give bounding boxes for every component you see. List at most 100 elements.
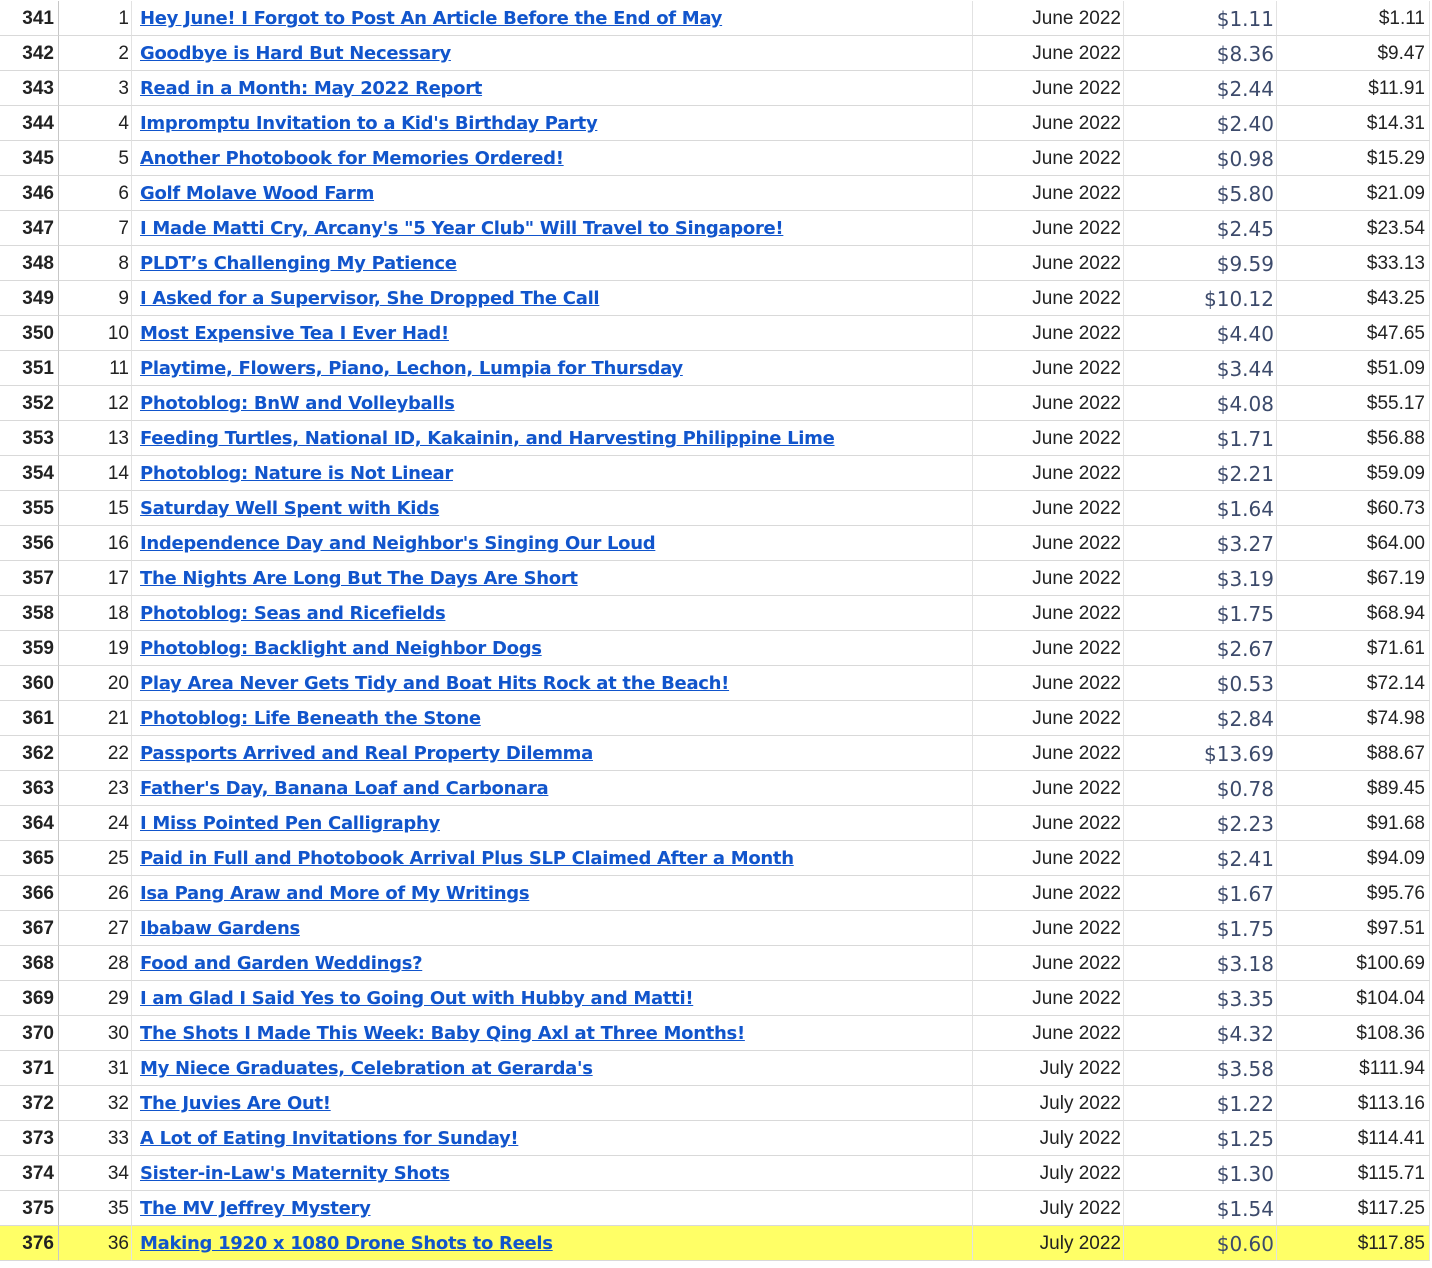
article-link[interactable]: PLDT’s Challenging My Patience — [132, 253, 457, 274]
cell-earning[interactable]: $1.67 — [1124, 876, 1277, 911]
cell-title[interactable]: Ibabaw Gardens — [132, 911, 973, 946]
article-link[interactable]: Photoblog: Nature is Not Linear — [132, 463, 453, 484]
cell-running-total[interactable]: $91.68 — [1277, 806, 1430, 841]
cell-title[interactable]: The Shots I Made This Week: Baby Qing Ax… — [132, 1016, 973, 1051]
cell-earning[interactable]: $3.44 — [1124, 351, 1277, 386]
article-link[interactable]: Read in a Month: May 2022 Report — [132, 78, 482, 99]
article-link[interactable]: Saturday Well Spent with Kids — [132, 498, 439, 519]
cell-earning[interactable]: $8.36 — [1124, 36, 1277, 71]
table-row[interactable]: 366 26 Isa Pang Araw and More of My Writin… — [0, 876, 1432, 911]
cell-title[interactable]: Father's Day, Banana Loaf and Carbonara — [132, 771, 973, 806]
table-row[interactable]: 365 25 Paid in Full and Photobook Arrival … — [0, 841, 1432, 876]
table-row[interactable]: 347 7 I Made Matti Cry, Arcany's "5 Year C… — [0, 211, 1432, 246]
cell-month[interactable]: June 2022 — [973, 316, 1124, 351]
cell-earning[interactable]: $1.75 — [1124, 596, 1277, 631]
article-link[interactable]: Photoblog: Seas and Ricefields — [132, 603, 446, 624]
cell-earning[interactable]: $3.35 — [1124, 981, 1277, 1016]
cell-earning[interactable]: $2.45 — [1124, 211, 1277, 246]
cell-running-total[interactable]: $97.51 — [1277, 911, 1430, 946]
row-header[interactable]: 374 — [0, 1156, 59, 1191]
table-row[interactable]: 353 13 Feeding Turtles, National ID, Kakai… — [0, 421, 1432, 456]
cell-running-total[interactable]: $59.09 — [1277, 456, 1430, 491]
cell-earning[interactable]: $4.08 — [1124, 386, 1277, 421]
table-row[interactable]: 348 8 PLDT’s Challenging My Patience June 2… — [0, 246, 1432, 281]
article-link[interactable]: Ibabaw Gardens — [132, 918, 300, 939]
cell-title[interactable]: Impromptu Invitation to a Kid's Birthday… — [132, 106, 973, 141]
cell-earning[interactable]: $1.25 — [1124, 1121, 1277, 1156]
cell-month[interactable]: June 2022 — [973, 71, 1124, 106]
cell-month[interactable]: June 2022 — [973, 456, 1124, 491]
cell-index[interactable]: 24 — [59, 806, 132, 841]
cell-earning[interactable]: $4.40 — [1124, 316, 1277, 351]
article-link[interactable]: Feeding Turtles, National ID, Kakainin, … — [132, 428, 835, 449]
cell-running-total[interactable]: $117.85 — [1277, 1226, 1430, 1261]
cell-running-total[interactable]: $51.09 — [1277, 351, 1430, 386]
cell-running-total[interactable]: $71.61 — [1277, 631, 1430, 666]
table-row[interactable]: 343 3 Read in a Month: May 2022 Report June… — [0, 71, 1432, 106]
cell-running-total[interactable]: $117.25 — [1277, 1191, 1430, 1226]
table-row[interactable]: 351 11 Playtime, Flowers, Piano, Lechon, L… — [0, 351, 1432, 386]
cell-title[interactable]: Goodbye is Hard But Necessary — [132, 36, 973, 71]
table-row[interactable]: 371 31 My Niece Graduates, Celebration at … — [0, 1051, 1432, 1086]
cell-earning[interactable]: $2.84 — [1124, 701, 1277, 736]
table-row[interactable]: 357 17 The Nights Are Long But The Days Ar… — [0, 561, 1432, 596]
cell-earning[interactable]: $9.59 — [1124, 246, 1277, 281]
cell-title[interactable]: I Made Matti Cry, Arcany's "5 Year Club"… — [132, 211, 973, 246]
cell-index[interactable]: 3 — [59, 71, 132, 106]
row-header[interactable]: 359 — [0, 631, 59, 666]
cell-month[interactable]: June 2022 — [973, 246, 1124, 281]
cell-index[interactable]: 4 — [59, 106, 132, 141]
cell-title[interactable]: Paid in Full and Photobook Arrival Plus … — [132, 841, 973, 876]
row-header[interactable]: 373 — [0, 1121, 59, 1156]
cell-month[interactable]: July 2022 — [973, 1156, 1124, 1191]
cell-index[interactable]: 10 — [59, 316, 132, 351]
cell-month[interactable]: July 2022 — [973, 1086, 1124, 1121]
cell-running-total[interactable]: $67.19 — [1277, 561, 1430, 596]
row-header[interactable]: 361 — [0, 701, 59, 736]
table-row[interactable]: 358 18 Photoblog: Seas and Ricefields June … — [0, 596, 1432, 631]
cell-index[interactable]: 1 — [59, 1, 132, 36]
table-row[interactable]: 369 29 I am Glad I Said Yes to Going Out w… — [0, 981, 1432, 1016]
cell-month[interactable]: June 2022 — [973, 36, 1124, 71]
article-link[interactable]: Paid in Full and Photobook Arrival Plus … — [132, 848, 794, 869]
cell-title[interactable]: Passports Arrived and Real Property Dile… — [132, 736, 973, 771]
table-row[interactable]: 346 6 Golf Molave Wood Farm June 2022 $5.80 $… — [0, 176, 1432, 211]
cell-index[interactable]: 17 — [59, 561, 132, 596]
row-header[interactable]: 352 — [0, 386, 59, 421]
cell-index[interactable]: 30 — [59, 1016, 132, 1051]
cell-month[interactable]: June 2022 — [973, 1, 1124, 36]
article-link[interactable]: Goodbye is Hard But Necessary — [132, 43, 451, 64]
row-header[interactable]: 345 — [0, 141, 59, 176]
cell-running-total[interactable]: $114.41 — [1277, 1121, 1430, 1156]
cell-index[interactable]: 20 — [59, 666, 132, 701]
cell-title[interactable]: Photoblog: Nature is Not Linear — [132, 456, 973, 491]
row-header[interactable]: 365 — [0, 841, 59, 876]
cell-earning[interactable]: $1.30 — [1124, 1156, 1277, 1191]
cell-index[interactable]: 18 — [59, 596, 132, 631]
cell-month[interactable]: June 2022 — [973, 911, 1124, 946]
cell-month[interactable]: June 2022 — [973, 631, 1124, 666]
cell-title[interactable]: Another Photobook for Memories Ordered! — [132, 141, 973, 176]
row-header[interactable]: 342 — [0, 36, 59, 71]
cell-index[interactable]: 7 — [59, 211, 132, 246]
cell-index[interactable]: 14 — [59, 456, 132, 491]
table-row[interactable]: 344 4 Impromptu Invitation to a Kid's Birt… — [0, 106, 1432, 141]
cell-running-total[interactable]: $68.94 — [1277, 596, 1430, 631]
article-link[interactable]: The Nights Are Long But The Days Are Sho… — [132, 568, 578, 589]
row-header[interactable]: 375 — [0, 1191, 59, 1226]
article-link[interactable]: Another Photobook for Memories Ordered! — [132, 148, 564, 169]
article-link[interactable]: Playtime, Flowers, Piano, Lechon, Lumpia… — [132, 358, 683, 379]
table-row[interactable]: 354 14 Photoblog: Nature is Not Linear June… — [0, 456, 1432, 491]
cell-month[interactable]: June 2022 — [973, 806, 1124, 841]
cell-month[interactable]: June 2022 — [973, 491, 1124, 526]
article-link[interactable]: Impromptu Invitation to a Kid's Birthday… — [132, 113, 598, 134]
cell-earning[interactable]: $4.32 — [1124, 1016, 1277, 1051]
cell-index[interactable]: 5 — [59, 141, 132, 176]
cell-earning[interactable]: $0.53 — [1124, 666, 1277, 701]
cell-earning[interactable]: $1.64 — [1124, 491, 1277, 526]
cell-title[interactable]: Photoblog: Life Beneath the Stone — [132, 701, 973, 736]
article-link[interactable]: Food and Garden Weddings? — [132, 953, 423, 974]
row-header[interactable]: 344 — [0, 106, 59, 141]
cell-running-total[interactable]: $43.25 — [1277, 281, 1430, 316]
article-link[interactable]: Play Area Never Gets Tidy and Boat Hits … — [132, 673, 729, 694]
